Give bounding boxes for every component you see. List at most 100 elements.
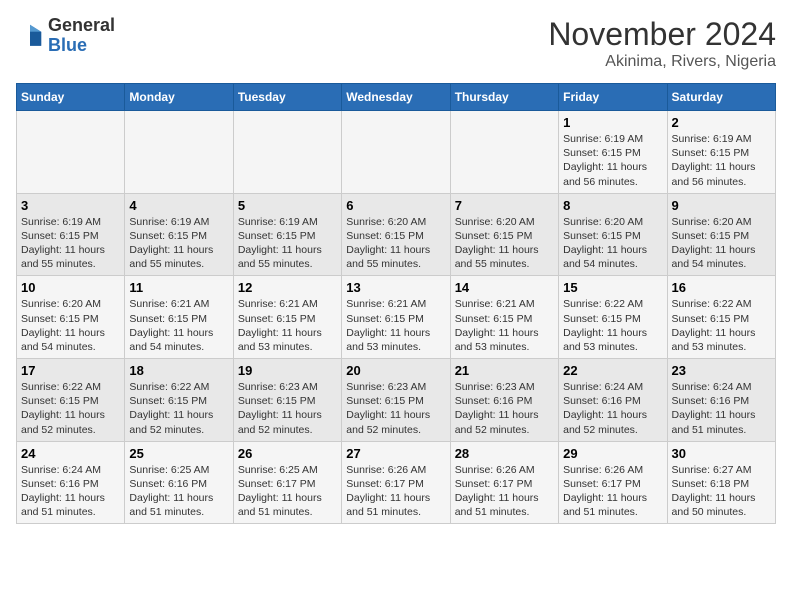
calendar-cell: 16 Sunrise: 6:22 AM Sunset: 6:15 PM Dayli… (667, 276, 775, 359)
day-number: 9 (672, 198, 771, 213)
day-info: Sunrise: 6:26 AM Sunset: 6:17 PM Dayligh… (455, 463, 554, 520)
calendar-cell: 11 Sunrise: 6:21 AM Sunset: 6:15 PM Dayli… (125, 276, 233, 359)
calendar-cell: 27 Sunrise: 6:26 AM Sunset: 6:17 PM Dayli… (342, 441, 450, 524)
header-row: Sunday Monday Tuesday Wednesday Thursday… (17, 84, 776, 111)
day-number: 22 (563, 363, 662, 378)
day-number: 25 (129, 446, 228, 461)
day-info: Sunrise: 6:22 AM Sunset: 6:15 PM Dayligh… (672, 297, 771, 354)
calendar-week-3: 10 Sunrise: 6:20 AM Sunset: 6:15 PM Dayli… (17, 276, 776, 359)
day-info: Sunrise: 6:25 AM Sunset: 6:16 PM Dayligh… (129, 463, 228, 520)
day-info: Sunrise: 6:21 AM Sunset: 6:15 PM Dayligh… (238, 297, 337, 354)
header-wednesday: Wednesday (342, 84, 450, 111)
day-info: Sunrise: 6:21 AM Sunset: 6:15 PM Dayligh… (129, 297, 228, 354)
day-number: 23 (672, 363, 771, 378)
calendar-cell: 15 Sunrise: 6:22 AM Sunset: 6:15 PM Dayli… (559, 276, 667, 359)
day-number: 28 (455, 446, 554, 461)
header-thursday: Thursday (450, 84, 558, 111)
day-number: 12 (238, 280, 337, 295)
day-number: 8 (563, 198, 662, 213)
day-number: 29 (563, 446, 662, 461)
month-title: November 2024 (548, 16, 776, 53)
day-info: Sunrise: 6:20 AM Sunset: 6:15 PM Dayligh… (21, 297, 120, 354)
day-info: Sunrise: 6:19 AM Sunset: 6:15 PM Dayligh… (672, 132, 771, 189)
day-number: 10 (21, 280, 120, 295)
header-friday: Friday (559, 84, 667, 111)
day-info: Sunrise: 6:24 AM Sunset: 6:16 PM Dayligh… (21, 463, 120, 520)
day-info: Sunrise: 6:22 AM Sunset: 6:15 PM Dayligh… (21, 380, 120, 437)
calendar-week-1: 1 Sunrise: 6:19 AM Sunset: 6:15 PM Daylig… (17, 111, 776, 194)
calendar-cell: 20Sunrise: 6:23 AM Sunset: 6:15 PM Dayli… (342, 359, 450, 442)
day-info: Sunrise: 6:27 AM Sunset: 6:18 PM Dayligh… (672, 463, 771, 520)
calendar-cell: 2Sunrise: 6:19 AM Sunset: 6:15 PM Daylig… (667, 111, 775, 194)
calendar-cell (450, 111, 558, 194)
calendar-header: Sunday Monday Tuesday Wednesday Thursday… (17, 84, 776, 111)
day-number: 1 (563, 115, 662, 130)
day-number: 13 (346, 280, 445, 295)
calendar-cell: 26 Sunrise: 6:25 AM Sunset: 6:17 PM Dayli… (233, 441, 341, 524)
day-number: 26 (238, 446, 337, 461)
logo: General Blue (16, 16, 115, 56)
day-info: Sunrise: 6:26 AM Sunset: 6:17 PM Dayligh… (563, 463, 662, 520)
logo-text: General Blue (48, 16, 115, 56)
day-number: 16 (672, 280, 771, 295)
title-block: November 2024 Akinima, Rivers, Nigeria (548, 16, 776, 71)
day-info: Sunrise: 6:21 AM Sunset: 6:15 PM Dayligh… (346, 297, 445, 354)
day-info: Sunrise: 6:20 AM Sunset: 6:15 PM Dayligh… (563, 215, 662, 272)
calendar-cell: 18Sunrise: 6:22 AM Sunset: 6:15 PM Dayli… (125, 359, 233, 442)
calendar-cell: 10 Sunrise: 6:20 AM Sunset: 6:15 PM Dayli… (17, 276, 125, 359)
day-number: 24 (21, 446, 120, 461)
day-info: Sunrise: 6:26 AM Sunset: 6:17 PM Dayligh… (346, 463, 445, 520)
calendar-cell (125, 111, 233, 194)
day-number: 11 (129, 280, 228, 295)
day-number: 18 (129, 363, 228, 378)
day-number: 21 (455, 363, 554, 378)
day-number: 19 (238, 363, 337, 378)
calendar-cell: 4 Sunrise: 6:19 AM Sunset: 6:15 PM Daylig… (125, 193, 233, 276)
day-info: Sunrise: 6:23 AM Sunset: 6:15 PM Dayligh… (238, 380, 337, 437)
calendar-cell: 24 Sunrise: 6:24 AM Sunset: 6:16 PM Dayli… (17, 441, 125, 524)
day-info: Sunrise: 6:20 AM Sunset: 6:15 PM Dayligh… (455, 215, 554, 272)
day-number: 14 (455, 280, 554, 295)
page-header: General Blue November 2024 Akinima, Rive… (16, 16, 776, 71)
day-number: 4 (129, 198, 228, 213)
day-info: Sunrise: 6:25 AM Sunset: 6:17 PM Dayligh… (238, 463, 337, 520)
day-number: 15 (563, 280, 662, 295)
day-number: 7 (455, 198, 554, 213)
calendar-cell: 7 Sunrise: 6:20 AM Sunset: 6:15 PM Daylig… (450, 193, 558, 276)
calendar-cell: 30 Sunrise: 6:27 AM Sunset: 6:18 PM Dayli… (667, 441, 775, 524)
day-info: Sunrise: 6:19 AM Sunset: 6:15 PM Dayligh… (563, 132, 662, 189)
calendar-cell: 12 Sunrise: 6:21 AM Sunset: 6:15 PM Dayli… (233, 276, 341, 359)
day-info: Sunrise: 6:21 AM Sunset: 6:15 PM Dayligh… (455, 297, 554, 354)
calendar-table: Sunday Monday Tuesday Wednesday Thursday… (16, 83, 776, 524)
calendar-week-4: 17 Sunrise: 6:22 AM Sunset: 6:15 PM Dayli… (17, 359, 776, 442)
calendar-cell: 23Sunrise: 6:24 AM Sunset: 6:16 PM Dayli… (667, 359, 775, 442)
header-tuesday: Tuesday (233, 84, 341, 111)
day-info: Sunrise: 6:24 AM Sunset: 6:16 PM Dayligh… (563, 380, 662, 437)
calendar-cell: 21 Sunrise: 6:23 AM Sunset: 6:16 PM Dayli… (450, 359, 558, 442)
day-number: 5 (238, 198, 337, 213)
day-info: Sunrise: 6:23 AM Sunset: 6:15 PM Dayligh… (346, 380, 445, 437)
calendar-body: 1 Sunrise: 6:19 AM Sunset: 6:15 PM Daylig… (17, 111, 776, 524)
day-info: Sunrise: 6:20 AM Sunset: 6:15 PM Dayligh… (672, 215, 771, 272)
day-info: Sunrise: 6:19 AM Sunset: 6:15 PM Dayligh… (129, 215, 228, 272)
calendar-cell: 14 Sunrise: 6:21 AM Sunset: 6:15 PM Dayli… (450, 276, 558, 359)
header-saturday: Saturday (667, 84, 775, 111)
day-number: 6 (346, 198, 445, 213)
calendar-cell: 1 Sunrise: 6:19 AM Sunset: 6:15 PM Daylig… (559, 111, 667, 194)
day-number: 27 (346, 446, 445, 461)
calendar-cell: 22 Sunrise: 6:24 AM Sunset: 6:16 PM Dayli… (559, 359, 667, 442)
header-monday: Monday (125, 84, 233, 111)
day-number: 17 (21, 363, 120, 378)
day-info: Sunrise: 6:22 AM Sunset: 6:15 PM Dayligh… (563, 297, 662, 354)
location-title: Akinima, Rivers, Nigeria (548, 53, 776, 71)
day-info: Sunrise: 6:19 AM Sunset: 6:15 PM Dayligh… (238, 215, 337, 272)
calendar-cell (233, 111, 341, 194)
calendar-cell: 29 Sunrise: 6:26 AM Sunset: 6:17 PM Dayli… (559, 441, 667, 524)
calendar-cell (17, 111, 125, 194)
calendar-cell: 17 Sunrise: 6:22 AM Sunset: 6:15 PM Dayli… (17, 359, 125, 442)
day-info: Sunrise: 6:20 AM Sunset: 6:15 PM Dayligh… (346, 215, 445, 272)
calendar-cell: 25 Sunrise: 6:25 AM Sunset: 6:16 PM Dayli… (125, 441, 233, 524)
day-number: 30 (672, 446, 771, 461)
day-info: Sunrise: 6:23 AM Sunset: 6:16 PM Dayligh… (455, 380, 554, 437)
calendar-cell (342, 111, 450, 194)
